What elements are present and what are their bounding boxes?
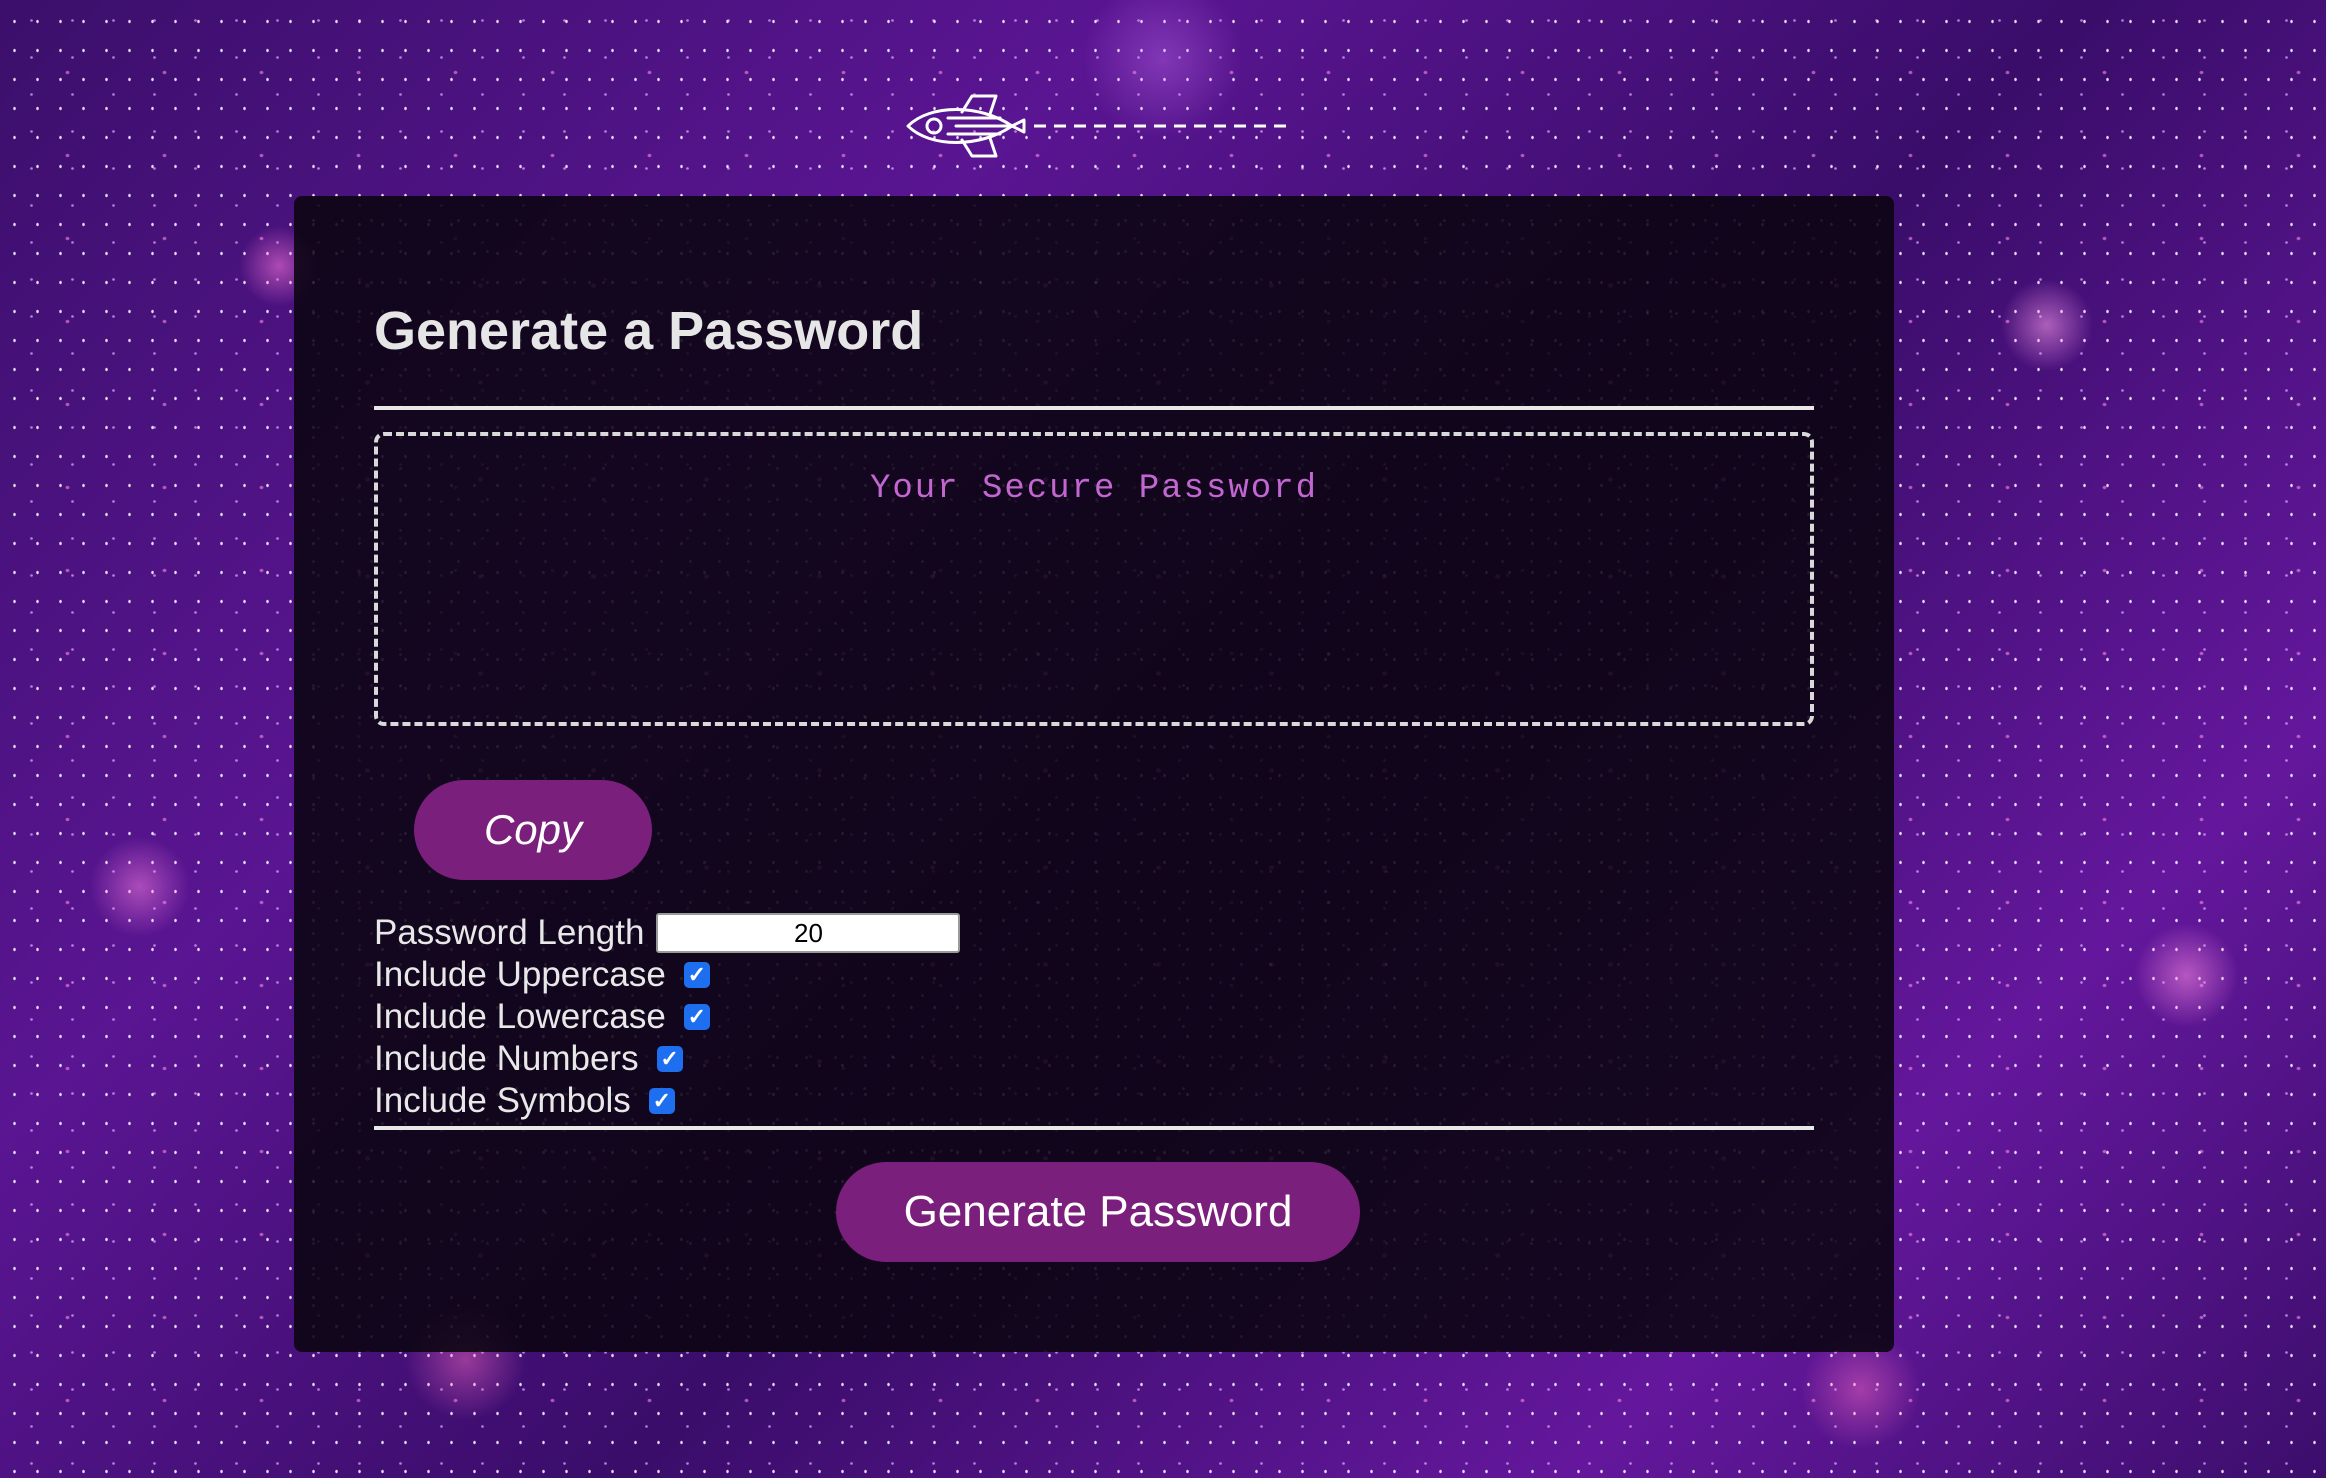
- symbols-label: Include Symbols: [374, 1081, 631, 1120]
- length-row: Password Length: [374, 912, 961, 954]
- numbers-label: Include Numbers: [374, 1039, 639, 1078]
- copy-button[interactable]: Copy: [414, 780, 652, 880]
- bottom-divider: [374, 1126, 1814, 1130]
- top-divider: [374, 406, 1814, 410]
- length-input[interactable]: [656, 913, 961, 953]
- generate-password-button[interactable]: Generate Password: [836, 1162, 1360, 1262]
- symbols-checkbox[interactable]: ✓: [648, 1088, 675, 1114]
- lowercase-checkbox[interactable]: ✓: [683, 1004, 710, 1030]
- rocket-logo: [900, 90, 1290, 160]
- lowercase-row: Include Lowercase ✓: [374, 996, 960, 1038]
- page-title: Generate a Password: [374, 301, 924, 361]
- header: [0, 80, 2326, 170]
- uppercase-checkbox[interactable]: ✓: [683, 962, 710, 988]
- lowercase-label: Include Lowercase: [374, 997, 666, 1036]
- length-label: Password Length: [374, 913, 645, 952]
- password-card: Generate a Password Copy Password Length…: [294, 196, 1894, 1352]
- password-output[interactable]: [374, 432, 1814, 726]
- options-panel: Password Length Include Uppercase ✓ Incl…: [374, 912, 961, 1122]
- rocket-icon: [906, 94, 1286, 158]
- uppercase-label: Include Uppercase: [374, 955, 666, 994]
- numbers-row: Include Numbers ✓: [374, 1038, 960, 1080]
- uppercase-row: Include Uppercase ✓: [374, 954, 960, 996]
- symbols-row: Include Symbols ✓: [374, 1080, 960, 1122]
- numbers-checkbox[interactable]: ✓: [656, 1046, 683, 1072]
